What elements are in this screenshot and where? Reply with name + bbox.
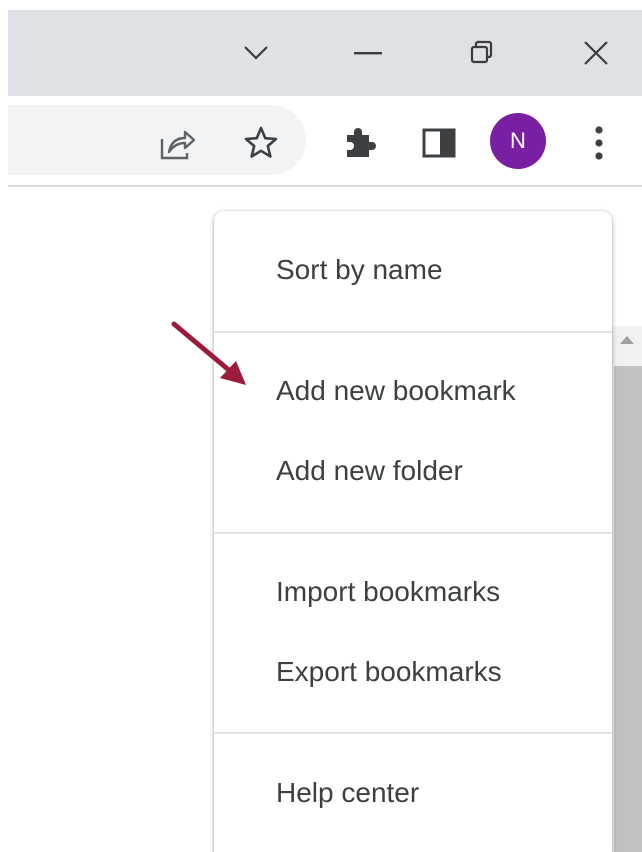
extensions-icon xyxy=(347,128,376,157)
menu-item-help-center[interactable]: Help center xyxy=(214,763,612,823)
bookmark-star-button[interactable] xyxy=(238,120,284,166)
title-bar xyxy=(8,10,642,96)
menu-item-label: Import bookmarks xyxy=(276,576,501,607)
toolbar-divider xyxy=(8,185,642,187)
extensions-button[interactable] xyxy=(336,120,382,166)
menu-separator xyxy=(214,331,612,333)
browser-toolbar xyxy=(8,96,642,186)
chevron-down-icon xyxy=(244,46,268,60)
bookmark-star-icon xyxy=(244,126,278,158)
restore-icon xyxy=(470,40,493,64)
menu-item-label: Help center xyxy=(276,777,420,808)
bookmarks-context-menu: Sort by name Add new bookmark Add new fo… xyxy=(214,211,612,852)
scrollbar-thumb[interactable] xyxy=(614,366,642,852)
restore-button[interactable] xyxy=(442,10,522,96)
side-panel-icon xyxy=(422,128,456,158)
menu-item-add-new-bookmark[interactable]: Add new bookmark xyxy=(214,361,612,421)
browser-window: N Sort by name Add new bookmark Add new … xyxy=(0,0,642,852)
close-icon xyxy=(584,41,608,65)
minimize-button[interactable] xyxy=(328,10,408,96)
profile-initial: N xyxy=(510,128,526,153)
menu-item-label: Add new folder xyxy=(276,455,463,486)
minimize-icon xyxy=(354,52,382,55)
tab-search-button[interactable] xyxy=(216,10,296,96)
share-button[interactable] xyxy=(156,122,200,166)
menu-separator xyxy=(214,532,612,534)
menu-item-label: Export bookmarks xyxy=(276,656,502,687)
profile-avatar-button[interactable]: N xyxy=(490,113,546,169)
scroll-up-arrow-icon[interactable] xyxy=(620,336,634,344)
menu-item-sort-by-name[interactable]: Sort by name xyxy=(214,240,612,300)
more-vert-icon xyxy=(595,126,603,160)
menu-separator xyxy=(214,732,612,734)
more-menu-button[interactable] xyxy=(584,120,614,166)
annotation-arrow-icon xyxy=(171,321,246,385)
menu-item-label: Sort by name xyxy=(276,254,443,285)
close-button[interactable] xyxy=(556,10,636,96)
menu-item-import-bookmarks[interactable]: Import bookmarks xyxy=(214,562,612,622)
menu-item-label: Add new bookmark xyxy=(276,375,516,406)
menu-item-export-bookmarks[interactable]: Export bookmarks xyxy=(214,642,612,702)
side-panel-button[interactable] xyxy=(416,120,462,166)
menu-item-add-new-folder[interactable]: Add new folder xyxy=(214,441,612,501)
share-icon xyxy=(160,130,196,160)
